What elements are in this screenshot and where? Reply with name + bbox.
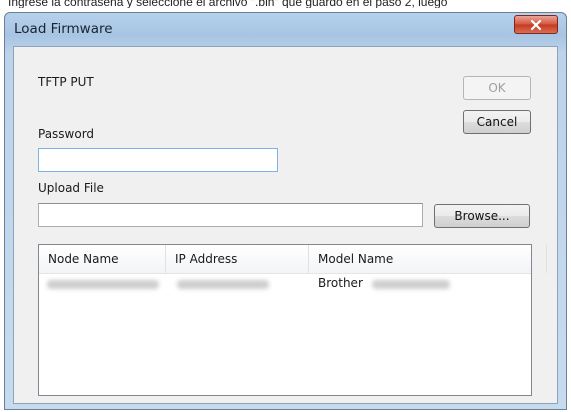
column-node-name[interactable]: Node Name xyxy=(39,245,166,273)
instruction-caption: Ingrese la contraseña y seleccione el ar… xyxy=(8,0,448,8)
browse-button[interactable]: Browse... xyxy=(434,204,530,228)
redacted-node-name xyxy=(47,280,159,289)
password-field[interactable] xyxy=(38,148,278,172)
model-name-cell: Brother xyxy=(318,276,363,290)
close-icon xyxy=(530,19,542,30)
mode-label: TFTP PUT xyxy=(38,75,94,89)
device-list-row[interactable]: Brother xyxy=(39,274,531,294)
device-list-header: Node Name IP Address Model Name xyxy=(39,245,547,274)
dialog-body: TFTP PUT OK Cancel Password Upload File … xyxy=(13,46,558,404)
column-ip-address[interactable]: IP Address xyxy=(166,245,309,273)
window-title: Load Firmware xyxy=(14,21,113,37)
cancel-button[interactable]: Cancel xyxy=(463,110,531,134)
upload-file-field[interactable] xyxy=(38,203,423,227)
password-label: Password xyxy=(38,127,95,141)
title-bar[interactable]: Load Firmware xyxy=(5,13,566,43)
redacted-model-number xyxy=(372,280,450,289)
upload-file-label: Upload File xyxy=(38,181,104,195)
ok-button[interactable]: OK xyxy=(463,76,531,100)
column-model-name[interactable]: Model Name xyxy=(309,245,547,273)
close-button[interactable] xyxy=(514,15,558,34)
load-firmware-dialog: Load Firmware TFTP PUT OK Cancel Passwor… xyxy=(4,12,567,410)
redacted-ip-address xyxy=(177,280,269,289)
device-list[interactable]: Node Name IP Address Model Name Brother xyxy=(38,244,547,396)
